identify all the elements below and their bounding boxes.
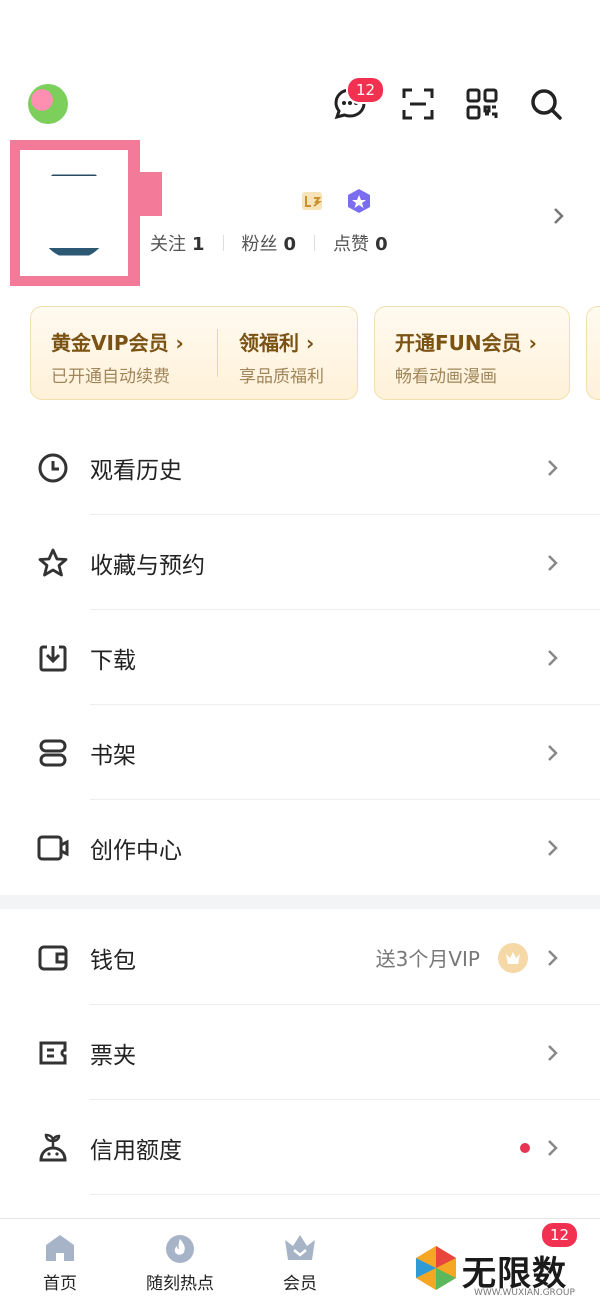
menu-item-bookshelf[interactable]: 书架 [0,705,600,800]
chevron-right-icon [548,459,558,476]
menu-label-credit: 信用额度 [90,1137,182,1164]
vip-gold-segment[interactable]: 黄金VIP会员 › 已开通自动续费 [51,327,184,387]
vip-fun-title: 开通FUN会员 › [395,331,537,355]
profile-stats: 关注 1 粉丝 0 点赞 0 [150,230,388,256]
search-button[interactable] [526,84,566,124]
nav-member-label: 会员 [283,1274,317,1294]
notification-dot [520,1142,530,1153]
stat-following[interactable]: 关注 1 [150,230,205,256]
chevron-right-icon [548,744,558,761]
menu-label-history: 观看历史 [90,457,182,484]
menu-item-wallet[interactable]: 钱包 送3个月VIP [0,910,600,1005]
nav-home[interactable]: 首页 [10,1231,110,1294]
menu-label-tickets: 票夹 [90,1042,136,1069]
menu-label-wallet: 钱包 [90,947,136,974]
download-icon [36,641,70,675]
menu-label-download: 下载 [90,647,136,674]
level-icon [302,192,322,210]
vip-card-next[interactable] [586,306,600,400]
vip-welfare-title: 领福利 › [239,331,315,355]
vip-star-icon [348,189,370,213]
nav-home-label: 首页 [43,1274,77,1294]
top-bar: 12 [0,0,600,140]
divider [90,1194,600,1195]
vip-welfare-subtitle: 享品质福利 [239,367,324,387]
chevron-right-icon [548,1139,558,1156]
vip-crown-icon [498,942,528,973]
search-icon [531,89,562,120]
vip-cards-row: 黄金VIP会员 › 已开通自动续费 领福利 › 享品质福利 开通FUN会员 › … [30,306,600,402]
bookshelf-icon [36,736,70,770]
chevron-right-icon [548,949,558,966]
home-icon [42,1231,78,1265]
nav-hot[interactable]: 随刻热点 [130,1231,230,1294]
section-separator [0,895,600,909]
nav-member[interactable]: 会员 [250,1231,350,1294]
video-camera-icon [36,831,70,865]
menu-item-credit[interactable]: 信用额度 [0,1100,600,1195]
message-button[interactable]: 12 [330,76,386,124]
sprout-icon [36,1131,70,1165]
avatar[interactable] [20,150,128,276]
vip-card-gold[interactable]: 黄金VIP会员 › 已开通自动续费 领福利 › 享品质福利 [30,306,358,400]
menu-label-favorites: 收藏与预约 [90,552,205,579]
chevron-right-icon [548,649,558,666]
menu-item-download[interactable]: 下载 [0,610,600,705]
scan-button[interactable] [398,84,438,124]
stat-followers[interactable]: 粉丝 0 [242,230,297,256]
redaction-block [138,172,162,216]
message-badge: 12 [346,76,386,104]
scan-icon [402,88,434,120]
watermark-subtext: WWW.WUXIAN.GROUP [474,1288,575,1298]
vip-gold-title: 黄金VIP会员 › [51,331,184,355]
avatar-frame [10,140,140,286]
stat-divider [314,235,316,251]
profile-section[interactable]: 关注 1 粉丝 0 点赞 0 [0,140,600,290]
wallet-icon [36,941,70,975]
chevron-right-icon [548,554,558,571]
qrcode-button[interactable] [462,84,502,124]
vip-gold-subtitle: 已开通自动续费 [51,367,170,387]
clock-icon [36,451,70,485]
stat-likes[interactable]: 点赞 0 [333,230,388,256]
menu-item-tickets[interactable]: 票夹 [0,1005,600,1100]
avatar-image [35,167,113,259]
vip-welfare-segment[interactable]: 领福利 › 享品质福利 [239,327,324,387]
chevron-right-icon [548,1044,558,1061]
vip-card-fun[interactable]: 开通FUN会员 › 畅看动画漫画 [374,306,570,400]
nav-hot-label: 随刻热点 [146,1274,214,1294]
vip-divider [217,329,218,377]
flame-icon [162,1231,198,1265]
menu-item-history[interactable]: 观看历史 [0,420,600,515]
menu-item-favorites[interactable]: 收藏与预约 [0,515,600,610]
ticket-icon [36,1036,70,1070]
wallet-promo-text: 送3个月VIP [375,947,480,971]
qrcode-icon [466,88,498,120]
menu-label-bookshelf: 书架 [90,742,136,769]
stat-divider [222,235,224,251]
vip-fun-subtitle: 畅看动画漫画 [395,367,497,387]
menu-label-creator: 创作中心 [90,837,182,864]
star-icon [36,546,70,580]
crown-icon [282,1231,318,1265]
chevron-right-icon [548,839,558,856]
watermark: 无限数码 WWW.WUXIAN.GROUP [412,1238,600,1300]
watermark-logo-icon [416,1246,456,1290]
chevron-right-icon [554,208,564,224]
mini-avatar[interactable] [28,84,68,124]
vip-fun-segment[interactable]: 开通FUN会员 › 畅看动画漫画 [395,327,537,387]
menu-item-creator[interactable]: 创作中心 [0,800,600,895]
